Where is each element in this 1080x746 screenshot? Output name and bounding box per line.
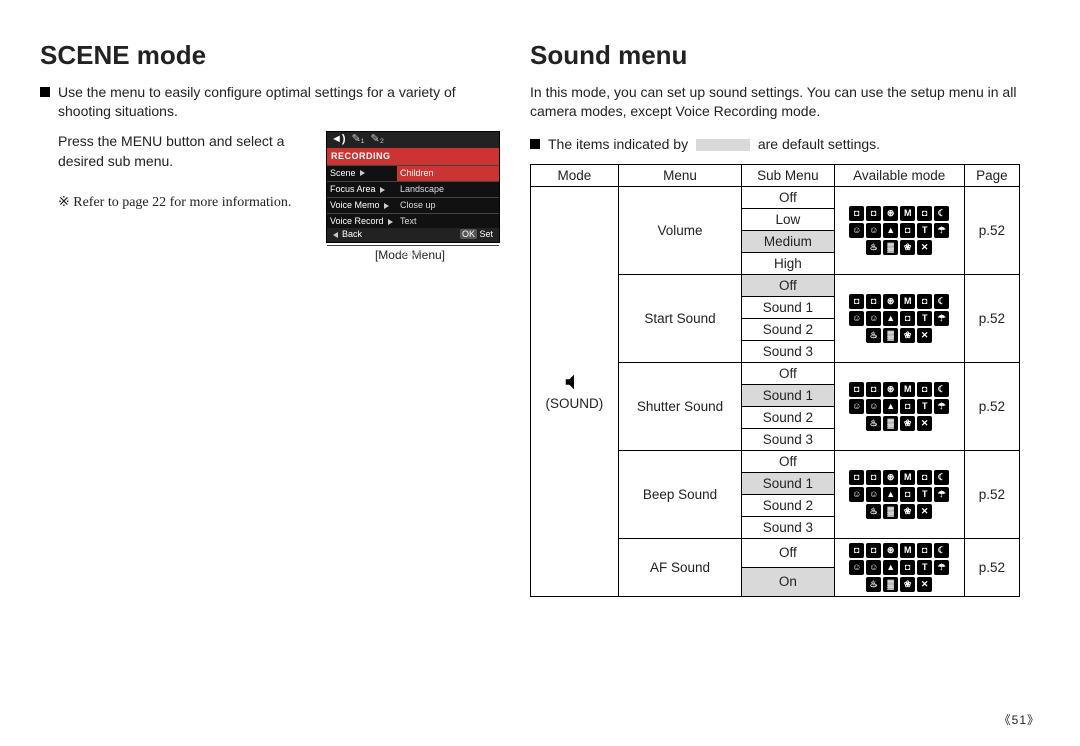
submenu-cell: Sound 2 bbox=[742, 494, 835, 516]
submenu-cell: Off bbox=[742, 362, 835, 384]
submenu-cell: Sound 1 bbox=[742, 384, 835, 406]
tool2-tab-icon: ✎₂ bbox=[371, 132, 385, 148]
available-mode-cell: ◘◘⊛M◘☾☺☺▲◘T☂♨▓❀✕ bbox=[834, 362, 964, 450]
submenu-cell: Sound 1 bbox=[742, 296, 835, 318]
submenu-cell: Low bbox=[742, 208, 835, 230]
bullet-icon bbox=[530, 139, 540, 149]
submenu-cell: On bbox=[742, 567, 835, 596]
submenu-cell: Sound 2 bbox=[742, 406, 835, 428]
ss-left-cell: Focus Area bbox=[327, 181, 397, 197]
ss-right-cell: Landscape bbox=[397, 181, 499, 197]
submenu-cell: Sound 3 bbox=[742, 428, 835, 450]
menu-cell: Beep Sound bbox=[618, 450, 741, 538]
th-avail: Available mode bbox=[834, 164, 964, 186]
submenu-cell: Sound 3 bbox=[742, 340, 835, 362]
submenu-cell: Off bbox=[742, 538, 835, 567]
available-mode-cell: ◘◘⊛M◘☾☺☺▲◘T☂♨▓❀✕ bbox=[834, 538, 964, 596]
page-cell: p.52 bbox=[964, 450, 1019, 538]
ss-left-cell bbox=[327, 245, 397, 261]
mode-label: (SOUND) bbox=[537, 396, 612, 411]
press-text: Press the MENU button and select a desir… bbox=[58, 131, 320, 172]
sound-menu-column: Sound menu In this mode, you can set up … bbox=[520, 0, 1050, 597]
ss-left-cell: Voice Memo bbox=[327, 197, 397, 213]
page-cell: p.52 bbox=[964, 538, 1019, 596]
ss-right-cell: Dawn bbox=[397, 245, 499, 261]
submenu-cell: Off bbox=[742, 186, 835, 208]
th-sub: Sub Menu bbox=[742, 164, 835, 186]
submenu-cell: Sound 3 bbox=[742, 516, 835, 538]
ss-right-cell: Children bbox=[397, 165, 499, 181]
page-cell: p.52 bbox=[964, 362, 1019, 450]
mode-menu-screenshot: ◄) ✎₁ ✎₂ RECORDING SceneChildrenFocus Ar… bbox=[326, 131, 500, 243]
th-page: Page bbox=[964, 164, 1019, 186]
page-cell: p.52 bbox=[964, 186, 1019, 274]
page-cell: p.52 bbox=[964, 274, 1019, 362]
sound-title: Sound menu bbox=[530, 40, 1020, 71]
scene-mode-column: SCENE mode Use the menu to easily config… bbox=[0, 0, 520, 597]
ss-right-cell: Close up bbox=[397, 197, 499, 213]
available-mode-cell: ◘◘⊛M◘☾☺☺▲◘T☂♨▓❀✕ bbox=[834, 450, 964, 538]
tool1-tab-icon: ✎₁ bbox=[352, 132, 365, 148]
menu-cell: Volume bbox=[618, 186, 741, 274]
default-swatch-icon bbox=[696, 139, 750, 151]
submenu-cell: Off bbox=[742, 274, 835, 296]
page-number: 《51》 bbox=[999, 711, 1040, 728]
bullet-icon bbox=[40, 87, 50, 97]
submenu-cell: Sound 1 bbox=[742, 472, 835, 494]
submenu-cell: High bbox=[742, 252, 835, 274]
speaker-tab-icon: ◄) bbox=[331, 132, 346, 148]
scene-title: SCENE mode bbox=[40, 40, 500, 71]
scene-bullet-text: Use the menu to easily configure optimal… bbox=[58, 83, 500, 121]
sound-table: Mode Menu Sub Menu Available mode Page (… bbox=[530, 164, 1020, 597]
submenu-cell: Sound 2 bbox=[742, 318, 835, 340]
ss-ok: OK bbox=[460, 229, 477, 239]
th-menu: Menu bbox=[618, 164, 741, 186]
menu-cell: Start Sound bbox=[618, 274, 741, 362]
ss-right-cell: Text bbox=[397, 213, 499, 229]
ss-set: Set bbox=[479, 229, 493, 239]
available-mode-cell: ◘◘⊛M◘☾☺☺▲◘T☂♨▓❀✕ bbox=[834, 274, 964, 362]
submenu-cell: Off bbox=[742, 450, 835, 472]
ss-left-cell: Scene bbox=[327, 165, 397, 181]
available-mode-cell: ◘◘⊛M◘☾☺☺▲◘T☂♨▓❀✕ bbox=[834, 186, 964, 274]
submenu-cell: Medium bbox=[742, 230, 835, 252]
mode-cell: (SOUND) bbox=[531, 186, 619, 596]
refer-text: ※ Refer to page 22 for more information. bbox=[58, 195, 291, 210]
ss-header: RECORDING bbox=[327, 148, 499, 165]
sound-intro: In this mode, you can set up sound setti… bbox=[530, 83, 1020, 121]
back-arrow-icon bbox=[333, 232, 338, 238]
th-mode: Mode bbox=[531, 164, 619, 186]
speaker-icon bbox=[537, 371, 612, 396]
ss-left-cell: Voice Record bbox=[327, 213, 397, 229]
menu-cell: Shutter Sound bbox=[618, 362, 741, 450]
ss-back: Back bbox=[342, 229, 362, 239]
default-note: The items indicated by are default setti… bbox=[548, 135, 880, 154]
menu-cell: AF Sound bbox=[618, 538, 741, 596]
